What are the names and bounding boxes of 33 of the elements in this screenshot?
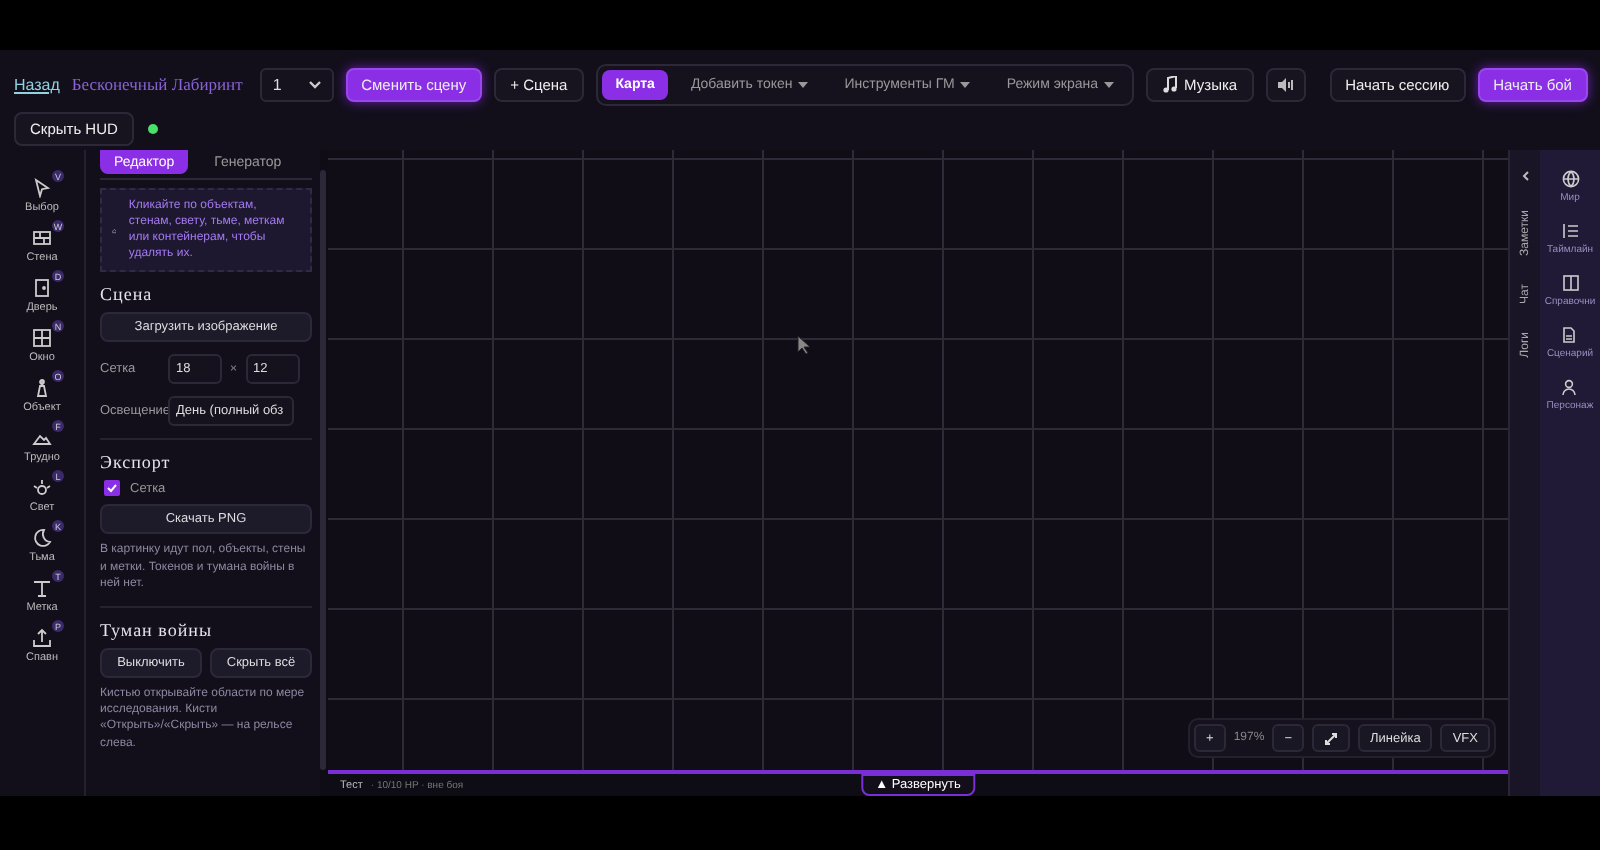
tool-icon (32, 578, 52, 598)
section-heading: Сцена (100, 284, 155, 305)
tool-icon (32, 278, 52, 298)
volume-button[interactable] (1265, 67, 1306, 101)
rail-icon (1561, 274, 1579, 292)
rail-icon (1560, 326, 1579, 344)
tool-icon (32, 178, 52, 198)
caret-icon (1104, 81, 1115, 87)
tool-icon (32, 628, 52, 648)
tool-icon (32, 378, 52, 398)
grid-checkbox[interactable] (104, 480, 120, 497)
caret-icon (960, 81, 971, 87)
section-heading: Туман войны (100, 619, 214, 640)
music-note-icon (1162, 75, 1179, 93)
rail-icon (1561, 222, 1579, 240)
collapse-icon[interactable] (1521, 170, 1529, 182)
caret-icon (798, 81, 809, 87)
volume-icon (1277, 77, 1294, 91)
rail-icon (1560, 378, 1579, 396)
scene-select[interactable]: 1 (260, 67, 334, 101)
rail-icon (1561, 170, 1579, 188)
status-dot (147, 124, 158, 134)
expand-arrows-icon (1324, 731, 1338, 745)
section-heading: Экспорт (100, 452, 173, 473)
tool-icon (32, 228, 52, 248)
back-link[interactable]: Назад (14, 75, 60, 93)
fullscreen-button[interactable] (1312, 724, 1350, 752)
campaign-title: Бесконечный Лабиринт (71, 74, 243, 94)
tool-icon (32, 478, 52, 498)
tool-icon (32, 528, 52, 548)
cursor-icon (796, 334, 814, 356)
chevron-icon (307, 79, 322, 89)
tool-icon (32, 328, 52, 348)
